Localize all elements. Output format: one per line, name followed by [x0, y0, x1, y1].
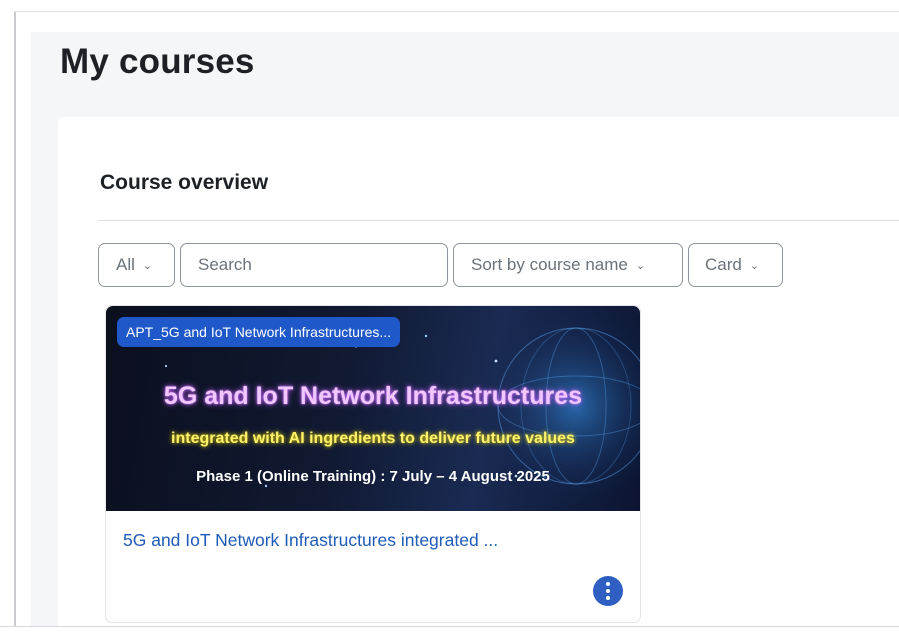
sort-dropdown[interactable]: Sort by course name ⌄ [453, 243, 683, 287]
vertical-dots-icon [606, 582, 610, 586]
divider [98, 220, 899, 221]
grouping-label: All [116, 255, 135, 274]
course-image[interactable]: APT_5G and IoT Network Infrastructures..… [106, 306, 640, 511]
banner-subheadline: integrated with AI ingredients to delive… [171, 430, 575, 447]
course-overview-block: Course overview All ⌄ Search Sort by cou… [58, 117, 899, 626]
chevron-down-icon: ⌄ [749, 259, 760, 272]
window-bottom-border [0, 626, 899, 641]
banner-dates: Phase 1 (Online Training) : 7 July – 4 A… [196, 468, 550, 485]
chevron-down-icon: ⌄ [142, 259, 153, 272]
view-dropdown[interactable]: Card ⌄ [688, 243, 783, 287]
window-top-border [14, 11, 899, 12]
course-name-link[interactable]: 5G and IoT Network Infrastructures integ… [123, 530, 498, 551]
vertical-dots-icon-dot [606, 589, 610, 593]
banner-headline: 5G and IoT Network Infrastructures [163, 382, 583, 410]
page-title: My courses [60, 42, 255, 81]
page-content: My courses Course overview All ⌄ Search … [31, 32, 899, 626]
grouping-dropdown[interactable]: All ⌄ [98, 243, 175, 287]
section-title: Course overview [100, 171, 269, 194]
chevron-down-icon: ⌄ [635, 259, 646, 272]
course-actions-button[interactable] [593, 576, 623, 606]
course-category-badge: APT_5G and IoT Network Infrastructures..… [117, 317, 401, 347]
view-label: Card [705, 255, 742, 274]
vertical-dots-icon-dot [606, 596, 610, 600]
sort-label: Sort by course name [471, 255, 628, 274]
window-left-border [14, 12, 16, 627]
course-card[interactable]: APT_5G and IoT Network Infrastructures..… [105, 305, 641, 623]
search-input[interactable]: Search [180, 243, 448, 287]
search-placeholder: Search [198, 255, 252, 274]
